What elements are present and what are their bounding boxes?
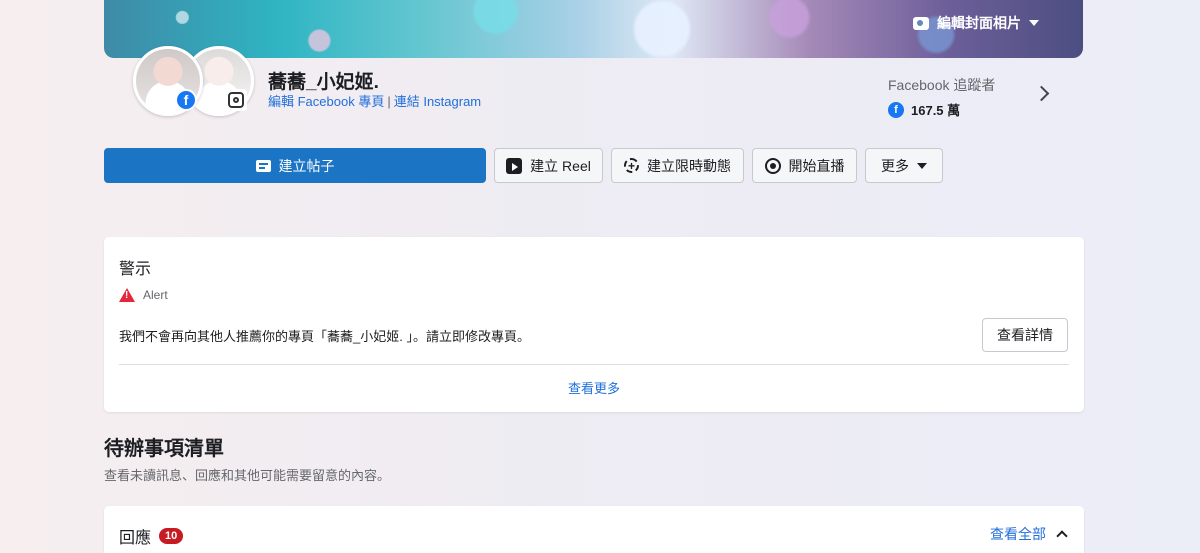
cover-photo: 編輯封面相片 xyxy=(104,0,1083,58)
reel-icon xyxy=(506,157,523,174)
facebook-small-icon: f xyxy=(888,101,904,118)
edit-cover-label: 編輯封面相片 xyxy=(937,15,1021,31)
post-icon xyxy=(255,159,271,172)
more-label: 更多 xyxy=(881,157,909,174)
create-reel-button[interactable]: 建立 Reel xyxy=(494,148,603,183)
page-title: 蕎蕎_小妃姬. xyxy=(268,72,379,93)
see-more-link[interactable]: 查看更多 xyxy=(104,378,1084,397)
edit-cover-photo-button[interactable]: 編輯封面相片 xyxy=(913,13,1039,33)
add-story-icon: + xyxy=(624,158,639,173)
alert-title: 警示 xyxy=(119,261,152,278)
create-story-button[interactable]: + 建立限時動態 xyxy=(611,148,744,183)
connect-instagram-link[interactable]: 連結 Instagram xyxy=(394,94,481,109)
page-links: 編輯 Facebook 專頁 | 連結 Instagram xyxy=(268,91,481,110)
followers-count: 167.5 萬 xyxy=(911,103,961,118)
camera-icon xyxy=(913,16,929,30)
caret-down-icon xyxy=(1029,20,1039,26)
create-reel-label: 建立 Reel xyxy=(530,157,591,174)
followers-label: Facebook 追蹤者 xyxy=(888,77,996,93)
go-live-button[interactable]: 開始直播 xyxy=(752,148,857,183)
edit-page-link[interactable]: 編輯 Facebook 專頁 xyxy=(268,94,384,109)
chevron-right-icon[interactable] xyxy=(1033,85,1050,102)
create-post-button[interactable]: 建立帖子 xyxy=(104,148,486,183)
alert-message: 我們不會再向其他人推薦你的專頁「蕎蕎_小妃姬. 」。請立即修改專頁。 xyxy=(119,329,530,344)
instagram-icon xyxy=(225,89,247,111)
more-button[interactable]: 更多 xyxy=(865,148,943,183)
action-bar: 建立帖子 建立 Reel + 建立限時動態 開始直播 更多 xyxy=(104,148,943,183)
live-icon xyxy=(764,157,781,174)
todo-subtitle: 查看未讀訊息、回應和其他可能需要留意的內容。 xyxy=(104,468,391,483)
replies-count-badge: 10 xyxy=(159,528,184,544)
followers-summary: Facebook 追蹤者 f 167.5 萬 xyxy=(888,75,995,119)
caret-down-icon xyxy=(917,162,927,169)
alert-type: Alert xyxy=(143,288,168,302)
facebook-icon: f xyxy=(175,89,197,111)
divider xyxy=(119,364,1069,365)
create-story-label: 建立限時動態 xyxy=(647,157,731,174)
go-live-label: 開始直播 xyxy=(788,157,845,174)
create-post-label: 建立帖子 xyxy=(278,157,335,174)
todo-title: 待辦事項清單 xyxy=(104,438,224,460)
view-details-button[interactable]: 查看詳情 xyxy=(982,318,1068,352)
alert-card: 警示 Alert 我們不會再向其他人推薦你的專頁「蕎蕎_小妃姬. 」。請立即修改… xyxy=(104,237,1084,412)
see-all-button[interactable]: 查看全部 xyxy=(990,524,1068,544)
see-all-label: 查看全部 xyxy=(990,526,1046,542)
replies-card: 回應 10 查看全部 xyxy=(104,506,1084,553)
warning-icon xyxy=(119,288,135,302)
link-separator: | xyxy=(387,94,391,109)
replies-label: 回應 xyxy=(119,530,152,547)
chevron-up-icon xyxy=(1056,530,1068,542)
